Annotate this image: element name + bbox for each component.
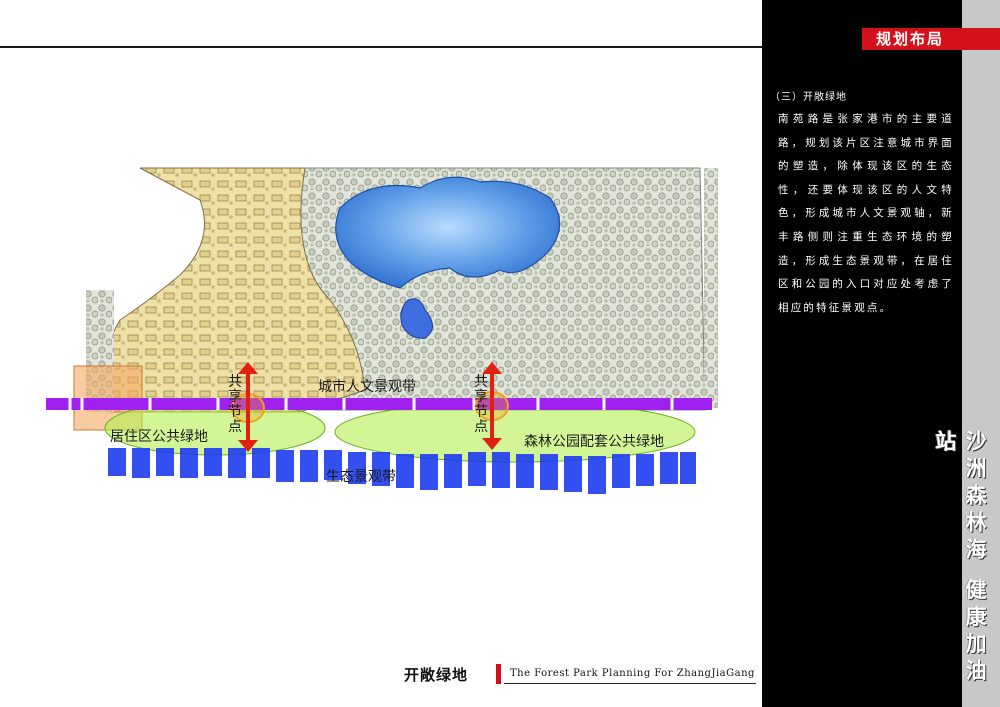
panel-subheading: （三）开敞绿地	[770, 92, 847, 103]
slogan-text: 沙洲森林海 健康加油站	[933, 430, 988, 687]
footer-rule	[504, 683, 756, 684]
footer-title: 开敞绿地	[404, 666, 469, 684]
park-green-label: 森林公园配套公共绿地	[524, 434, 664, 450]
urban-axis-label: 城市人文景观带	[318, 379, 416, 395]
section-tag: 规划布局	[862, 28, 1000, 50]
eco-band-label: 生态景观带	[326, 469, 396, 485]
footer-accent-mark	[496, 664, 501, 684]
tree-row-right	[704, 168, 718, 408]
shared-node-left-label: 共享节点	[228, 374, 242, 435]
header-rule	[0, 46, 762, 48]
residential-green-label: 居住区公共绿地	[110, 429, 208, 445]
site-plan-map: 城市人文景观带 居住区公共绿地 森林公园配套公共绿地 生态景观带 共享节点 共享…	[0, 150, 760, 510]
footer-subtitle: The Forest Park Planning For ZhangJiaGan…	[510, 668, 755, 679]
shared-node-right-label: 共享节点	[474, 374, 488, 435]
side-panel	[762, 0, 962, 707]
panel-description: 南苑路是张家港市的主要道路，规划该片区注意城市界面的塑造，除体现该区的生态性，还…	[778, 113, 954, 314]
site-plan-drawing	[46, 167, 718, 494]
urban-axis-band	[46, 398, 712, 410]
